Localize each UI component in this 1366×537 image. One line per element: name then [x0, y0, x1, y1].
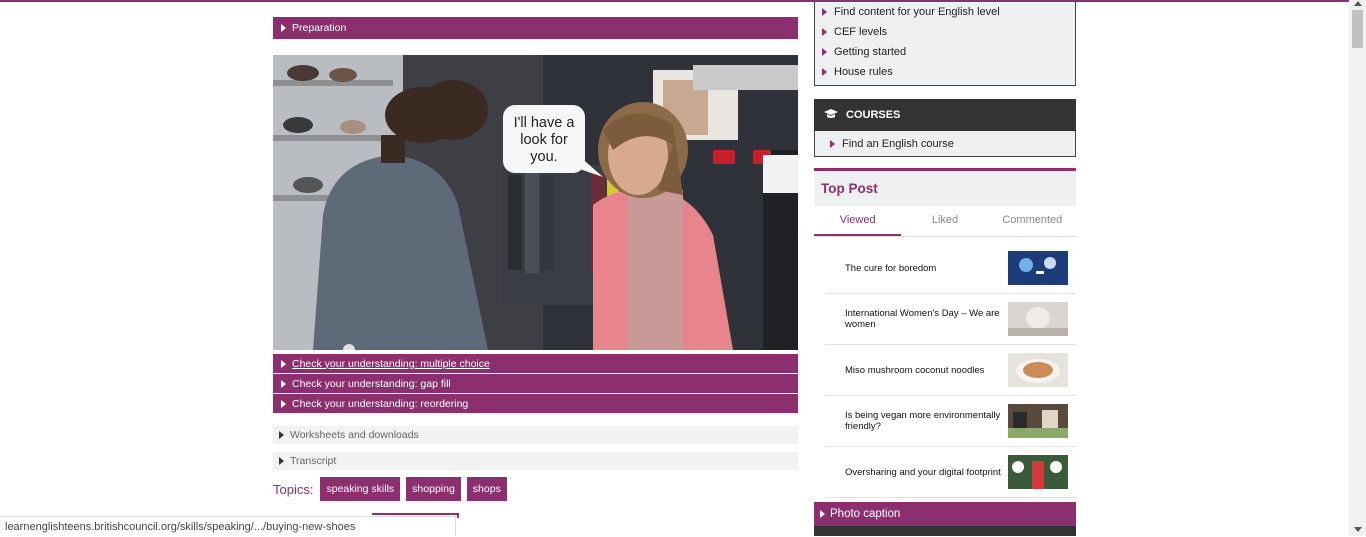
photo-area [814, 526, 1076, 536]
triangle-right-icon [281, 24, 286, 32]
topic-tag[interactable]: shopping [406, 477, 461, 501]
triangle-right-icon [281, 359, 286, 368]
post-title: The cure for boredom [845, 262, 937, 274]
list-item[interactable]: Is being vegan more environmentally frie… [825, 396, 1076, 447]
worksheets-label: Worksheets and downloads [290, 429, 419, 441]
scroll-thumb[interactable] [1352, 10, 1363, 48]
post-title: Miso mushroom coconut noodles [845, 364, 985, 376]
topics-row: Topics: speaking skills shopping shops [273, 477, 513, 501]
graduation-cap-icon [823, 108, 839, 123]
topic-tag[interactable]: speaking skills [320, 477, 401, 501]
courses-title: COURSES [846, 109, 901, 121]
post-title: Is being vegan more environmentally frie… [845, 410, 1001, 432]
help-link[interactable]: CEF levels [815, 22, 1075, 42]
find-course-link[interactable]: Find an English course [814, 131, 1076, 157]
scroll-down-arrow-icon[interactable] [1354, 527, 1362, 532]
help-link[interactable]: House rules [815, 62, 1075, 82]
transcript-label: Transcript [290, 455, 337, 467]
help-link-label: Getting started [834, 46, 907, 58]
triangle-right-icon [830, 139, 835, 148]
post-thumbnail [1008, 353, 1068, 387]
list-item[interactable]: Oversharing and your digital footprint [825, 447, 1076, 498]
find-course-label: Find an English course [842, 137, 954, 150]
transcript-toggle[interactable]: Transcript [273, 452, 798, 470]
speech-bubble-text: I'll have a look for you. [513, 115, 575, 165]
list-item[interactable]: The cure for boredom [825, 243, 1076, 294]
triangle-right-icon [822, 68, 827, 76]
top-accent-line [0, 0, 1349, 2]
status-url: learnenglishteens.britishcouncil.org/ski… [5, 521, 356, 533]
task-label: Check your understanding: gap fill [292, 377, 451, 390]
topic-tag[interactable]: shops [466, 477, 507, 501]
post-thumbnail [1008, 302, 1068, 336]
task-reordering[interactable]: Check your understanding: reordering [273, 394, 798, 413]
triangle-right-icon [820, 510, 825, 518]
scroll-up-arrow-icon[interactable] [1354, 1, 1362, 6]
triangle-right-icon [822, 8, 827, 16]
video-player[interactable]: I'll have a look for you. [273, 55, 798, 350]
video-frame [273, 55, 798, 350]
triangle-right-icon [279, 431, 284, 439]
post-thumbnail [1008, 404, 1068, 438]
help-link[interactable]: Getting started [815, 42, 1075, 62]
help-links-panel: Find content for your English level CEF … [814, 2, 1076, 86]
help-link-label: Find content for your English level [834, 6, 1000, 18]
task-gap-fill[interactable]: Check your understanding: gap fill [273, 374, 798, 393]
post-title: Oversharing and your digital footprint [845, 466, 1001, 478]
list-item[interactable]: International Women's Day – We are women [825, 294, 1076, 345]
triangle-right-icon [822, 48, 827, 56]
tab-liked[interactable]: Liked [901, 206, 988, 236]
worksheets-toggle[interactable]: Worksheets and downloads [273, 426, 798, 444]
post-title: International Women's Day – We are women [845, 308, 1000, 330]
help-link-label: House rules [834, 66, 893, 78]
page-scrollbar[interactable] [1349, 0, 1366, 536]
help-link-label: CEF levels [834, 26, 888, 38]
task-label: Check your understanding: reordering [292, 397, 469, 410]
triangle-right-icon [822, 28, 827, 36]
preparation-label: Preparation [292, 22, 347, 34]
post-thumbnail [1008, 455, 1068, 489]
triangle-right-icon [279, 457, 284, 465]
photo-caption-toggle[interactable]: Photo caption [814, 502, 1076, 526]
browser-status-bar: learnenglishteens.britishcouncil.org/ski… [0, 516, 456, 536]
top-post-title: Top Post [814, 168, 1076, 206]
task-label: Check your understanding: multiple choic… [292, 357, 490, 370]
top-post-panel: Top Post Viewed Liked Commented The cure… [814, 168, 1076, 498]
preparation-toggle[interactable]: Preparation [273, 17, 798, 39]
tab-viewed[interactable]: Viewed [814, 206, 902, 236]
topics-label: Topics: [273, 481, 314, 497]
triangle-right-icon [281, 399, 286, 408]
task-multiple-choice[interactable]: Check your understanding: multiple choic… [273, 354, 798, 373]
help-link[interactable]: Find content for your English level [815, 2, 1075, 22]
triangle-right-icon [281, 379, 286, 388]
photo-caption-label: Photo caption [830, 508, 901, 520]
list-item[interactable]: Miso mushroom coconut noodles [825, 345, 1076, 396]
top-post-tabs: Viewed Liked Commented [814, 206, 1076, 237]
courses-header: COURSES [814, 99, 1076, 131]
tab-commented[interactable]: Commented [989, 206, 1076, 236]
post-thumbnail [1008, 251, 1068, 285]
